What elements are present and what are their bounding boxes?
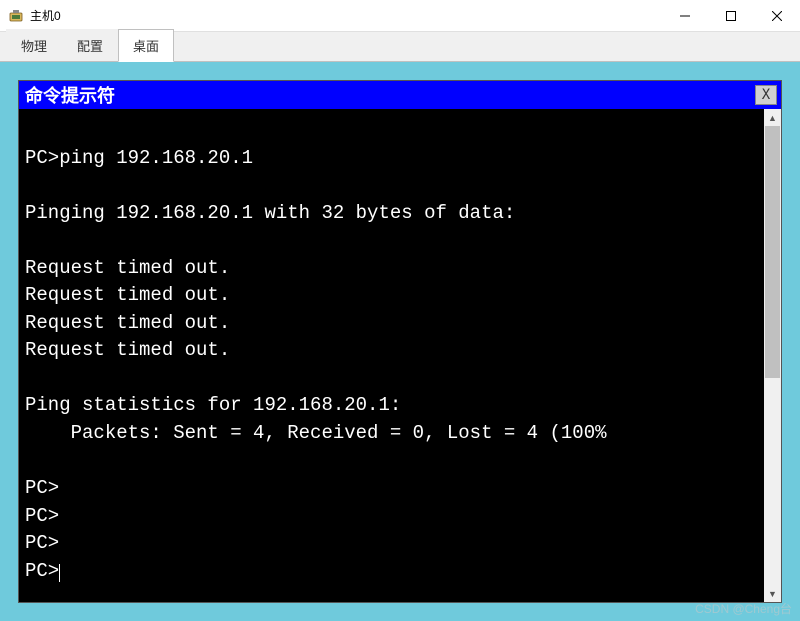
terminal-line: PC> xyxy=(25,477,59,499)
terminal-line: Packets: Sent = 4, Received = 0, Lost = … xyxy=(25,422,607,444)
terminal-line: Request timed out. xyxy=(25,284,230,306)
window-title: 主机0 xyxy=(30,7,662,24)
terminal-line: Request timed out. xyxy=(25,339,230,361)
terminal-close-button[interactable]: X xyxy=(755,85,777,105)
scroll-track[interactable] xyxy=(764,126,781,585)
terminal-title: 命令提示符 xyxy=(25,82,115,108)
terminal-line: PC> xyxy=(25,532,59,554)
terminal-line: PC> xyxy=(25,505,59,527)
terminal-window: 命令提示符 X PC>ping 192.168.20.1 Pinging 192… xyxy=(18,80,782,603)
terminal-cursor xyxy=(59,564,60,582)
minimize-button[interactable] xyxy=(662,0,708,32)
terminal-scrollbar[interactable]: ▲ ▼ xyxy=(764,109,781,602)
terminal-line: Pinging 192.168.20.1 with 32 bytes of da… xyxy=(25,202,515,224)
scroll-up-arrow[interactable]: ▲ xyxy=(764,109,781,126)
window-titlebar: 主机0 xyxy=(0,0,800,32)
terminal-output[interactable]: PC>ping 192.168.20.1 Pinging 192.168.20.… xyxy=(19,109,764,602)
terminal-line: Ping statistics for 192.168.20.1: xyxy=(25,394,401,416)
app-icon xyxy=(8,8,24,24)
tab-physical[interactable]: 物理 xyxy=(6,29,62,61)
tab-bar: 物理 配置 桌面 xyxy=(0,32,800,62)
terminal-line: Request timed out. xyxy=(25,312,230,334)
scroll-thumb[interactable] xyxy=(765,126,780,378)
terminal-line: Request timed out. xyxy=(25,257,230,279)
terminal-line: PC> xyxy=(25,560,59,582)
terminal-body-wrapper: PC>ping 192.168.20.1 Pinging 192.168.20.… xyxy=(19,109,781,602)
maximize-button[interactable] xyxy=(708,0,754,32)
tab-desktop[interactable]: 桌面 xyxy=(118,29,174,62)
watermark: CSDN @Cheng台 xyxy=(695,600,792,617)
close-button[interactable] xyxy=(754,0,800,32)
desktop-content: 命令提示符 X PC>ping 192.168.20.1 Pinging 192… xyxy=(0,62,800,621)
app-window: 主机0 物理 配置 桌面 命令提示符 X PC>ping 192.168.20.… xyxy=(0,0,800,621)
terminal-titlebar: 命令提示符 X xyxy=(19,81,781,109)
tab-config[interactable]: 配置 xyxy=(62,29,118,61)
window-controls xyxy=(662,0,800,32)
terminal-line: PC>ping 192.168.20.1 xyxy=(25,147,253,169)
